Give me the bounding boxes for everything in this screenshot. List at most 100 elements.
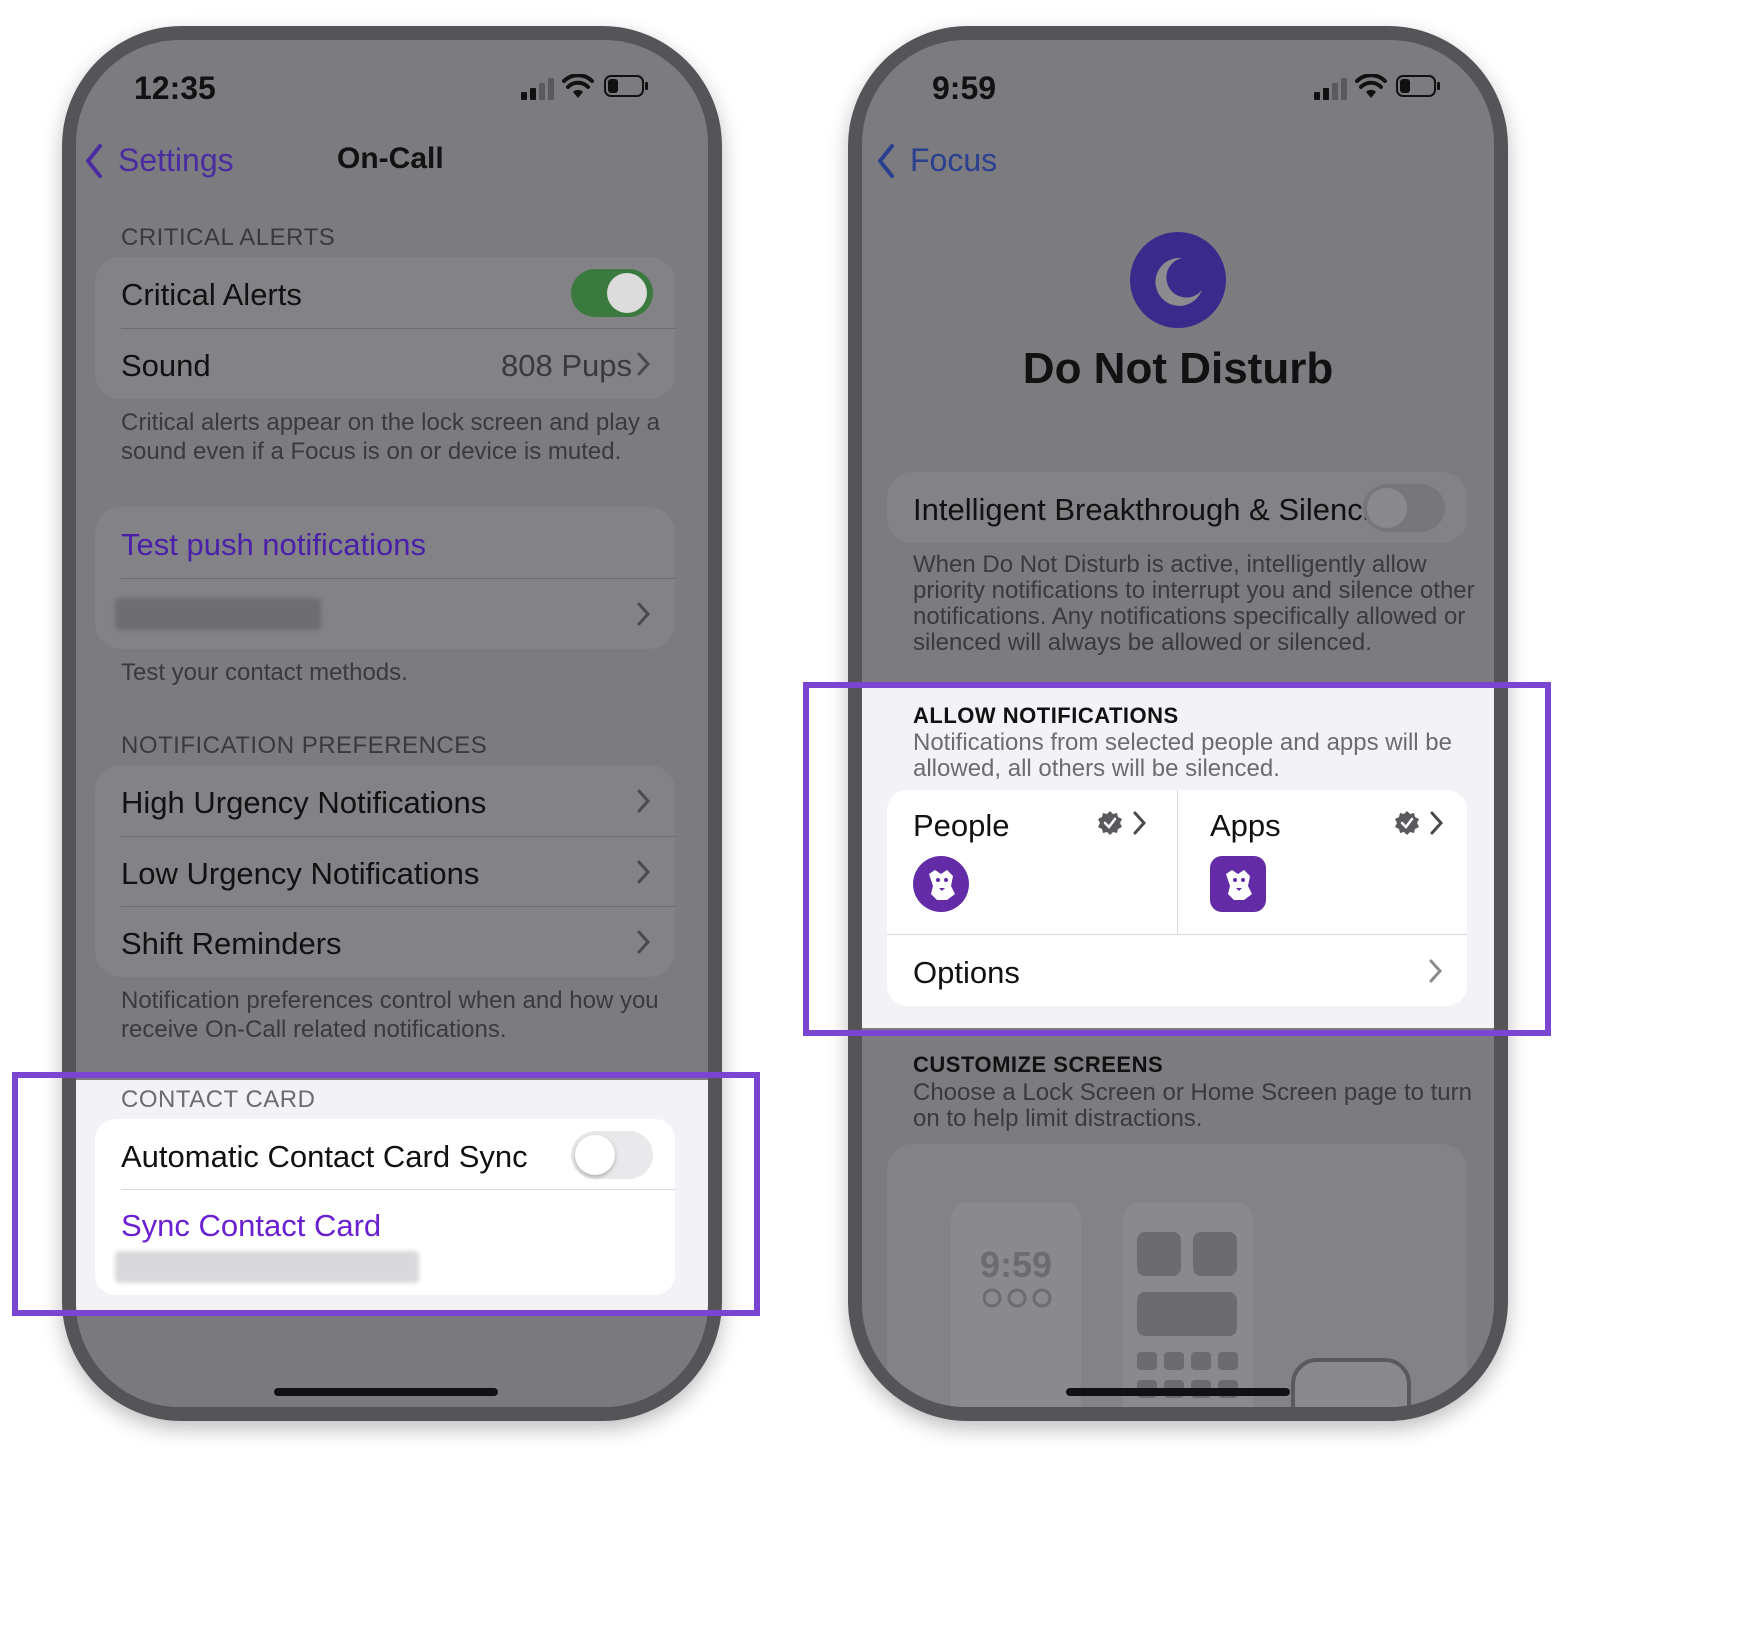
home-indicator[interactable]	[1066, 1388, 1290, 1396]
section-header-critical: CRITICAL ALERTS	[121, 224, 336, 251]
customize-desc-line-1: Choose a Lock Screen or Home Screen page…	[913, 1079, 1472, 1106]
sound-label: Sound	[121, 348, 211, 383]
test-push-card: Test push notifications	[95, 507, 675, 649]
critical-alerts-label: Critical Alerts	[121, 277, 302, 312]
critical-alerts-toggle[interactable]	[571, 269, 653, 317]
chevron-right-icon	[637, 789, 651, 813]
pref-row-shift-reminders[interactable]: Shift Reminders	[95, 906, 675, 977]
sound-row[interactable]: Sound 808 Pups	[95, 328, 675, 399]
verified-badge-icon	[1098, 811, 1122, 835]
apps-tile[interactable]: Apps	[1178, 790, 1467, 934]
intelligent-footer: When Do Not Disturb is active, intellige…	[913, 552, 1475, 656]
allow-desc-line-1: Notifications from selected people and a…	[913, 729, 1452, 756]
lock-screen-preview[interactable]: 9:59	[951, 1202, 1081, 1407]
chevron-right-icon	[1429, 959, 1443, 983]
section-header-allow: ALLOW NOTIFICATIONS	[913, 703, 1179, 728]
home-indicator[interactable]	[274, 1388, 498, 1396]
focus-title: Do Not Disturb	[1022, 344, 1334, 393]
lock-screen-time: 9:59	[979, 1244, 1053, 1285]
sound-value: 808 Pups	[501, 348, 632, 383]
intelligent-footer-line-2: priority notifications to interrupt you …	[913, 577, 1475, 604]
allow-card: People Apps Options	[887, 790, 1467, 1006]
home-screen-preview[interactable]	[1123, 1202, 1253, 1407]
chevron-right-icon	[1430, 811, 1444, 835]
customize-desc-line-2: on to help limit distractions.	[913, 1105, 1203, 1132]
toggle-knob	[607, 273, 647, 313]
intelligent-footer-line-1: When Do Not Disturb is active, intellige…	[913, 551, 1427, 578]
status-time: 12:35	[134, 70, 216, 106]
pref-label: Shift Reminders	[121, 926, 342, 961]
back-label: Focus	[910, 142, 998, 178]
sync-contact-card-button[interactable]: Sync Contact Card	[121, 1208, 381, 1244]
options-label: Options	[913, 955, 1020, 990]
redacted-contact-info	[115, 1251, 419, 1283]
allow-desc: Notifications from selected people and a…	[913, 730, 1452, 782]
chevron-right-icon	[637, 602, 651, 626]
back-button[interactable]: Settings	[84, 140, 244, 184]
widget-dots	[982, 1288, 1053, 1313]
intelligent-label: Intelligent Breakthrough & Silencing	[913, 492, 1405, 527]
options-row[interactable]: Options	[887, 935, 1467, 1006]
chevron-right-icon	[637, 352, 651, 376]
chevron-right-icon	[637, 860, 651, 884]
widget-block	[1137, 1232, 1181, 1276]
chevron-left-icon	[86, 144, 102, 178]
left-phone-screen: 12:35 Settings On-Call CRITICAL ALERTS C…	[76, 40, 708, 1407]
widget-block	[1137, 1292, 1237, 1336]
moon-icon	[1130, 232, 1226, 328]
prefs-footer-line-1: Notification preferences control when an…	[121, 987, 659, 1014]
critical-footer-line-1: Critical alerts appear on the lock scree…	[121, 409, 660, 436]
pref-label: High Urgency Notifications	[121, 785, 487, 820]
prefs-footer-line-2: receive On-Call related notifications.	[121, 1016, 507, 1043]
pref-label: Low Urgency Notifications	[121, 856, 480, 891]
people-label: People	[913, 808, 1010, 843]
contact-method-row[interactable]	[95, 578, 675, 649]
test-footer: Test your contact methods.	[121, 659, 408, 686]
intelligent-footer-line-3: notifications. Any notifications specifi…	[913, 603, 1466, 630]
datadog-app-icon	[1210, 856, 1266, 912]
widget-block	[1193, 1232, 1237, 1276]
intelligent-card: Intelligent Breakthrough & Silencing	[887, 472, 1467, 543]
critical-alerts-card: Critical Alerts Sound 808 Pups	[95, 257, 675, 399]
critical-footer-line-2: sound even if a Focus is on or device is…	[121, 438, 622, 465]
page-title: On-Call	[337, 142, 444, 175]
screens-preview-card: 9:59	[887, 1144, 1467, 1407]
redacted-contact-method	[115, 598, 321, 630]
section-header-contact: CONTACT CARD	[121, 1086, 316, 1113]
wifi-icon	[1355, 73, 1387, 105]
prefs-footer: Notification preferences control when an…	[121, 986, 659, 1044]
chevron-left-icon	[878, 144, 894, 178]
intelligent-footer-line-4: silenced will always be allowed or silen…	[913, 629, 1372, 656]
critical-footer: Critical alerts appear on the lock scree…	[121, 408, 660, 466]
status-time: 9:59	[932, 70, 997, 106]
app-grid	[1137, 1352, 1241, 1407]
prefs-card: High Urgency Notifications Low Urgency N…	[95, 765, 675, 977]
chevron-right-icon	[637, 930, 651, 954]
cellular-signal-icon	[521, 78, 555, 105]
section-header-prefs: NOTIFICATION PREFERENCES	[121, 732, 488, 759]
cellular-signal-icon	[1314, 78, 1348, 105]
chevron-right-icon	[1133, 811, 1147, 835]
watch-preview[interactable]	[1291, 1358, 1411, 1407]
toggle-knob	[575, 1135, 615, 1175]
datadog-avatar-icon	[913, 856, 969, 912]
pref-row-low-urgency[interactable]: Low Urgency Notifications	[95, 836, 675, 906]
back-button[interactable]: Focus	[876, 140, 1006, 184]
allow-desc-line-2: allowed, all others will be silenced.	[913, 755, 1280, 782]
apps-label: Apps	[1210, 808, 1281, 843]
section-header-customize: CUSTOMIZE SCREENS	[913, 1052, 1164, 1077]
intelligent-toggle[interactable]	[1363, 484, 1445, 532]
row-separator	[121, 1189, 675, 1190]
customize-desc: Choose a Lock Screen or Home Screen page…	[913, 1080, 1472, 1132]
pref-row-high-urgency[interactable]: High Urgency Notifications	[95, 765, 675, 836]
verified-badge-icon	[1395, 811, 1419, 835]
auto-sync-toggle[interactable]	[571, 1131, 653, 1179]
auto-sync-label: Automatic Contact Card Sync	[121, 1139, 528, 1174]
people-tile[interactable]: People	[887, 790, 1177, 934]
battery-icon	[1396, 74, 1442, 103]
contact-card: Automatic Contact Card Sync Sync Contact…	[95, 1119, 675, 1295]
right-phone-screen: 9:59 Focus Do Not Disturb Intelligent Br…	[862, 40, 1494, 1407]
back-label: Settings	[118, 142, 234, 178]
test-push-button[interactable]: Test push notifications	[121, 527, 426, 563]
toggle-knob	[1367, 488, 1407, 528]
